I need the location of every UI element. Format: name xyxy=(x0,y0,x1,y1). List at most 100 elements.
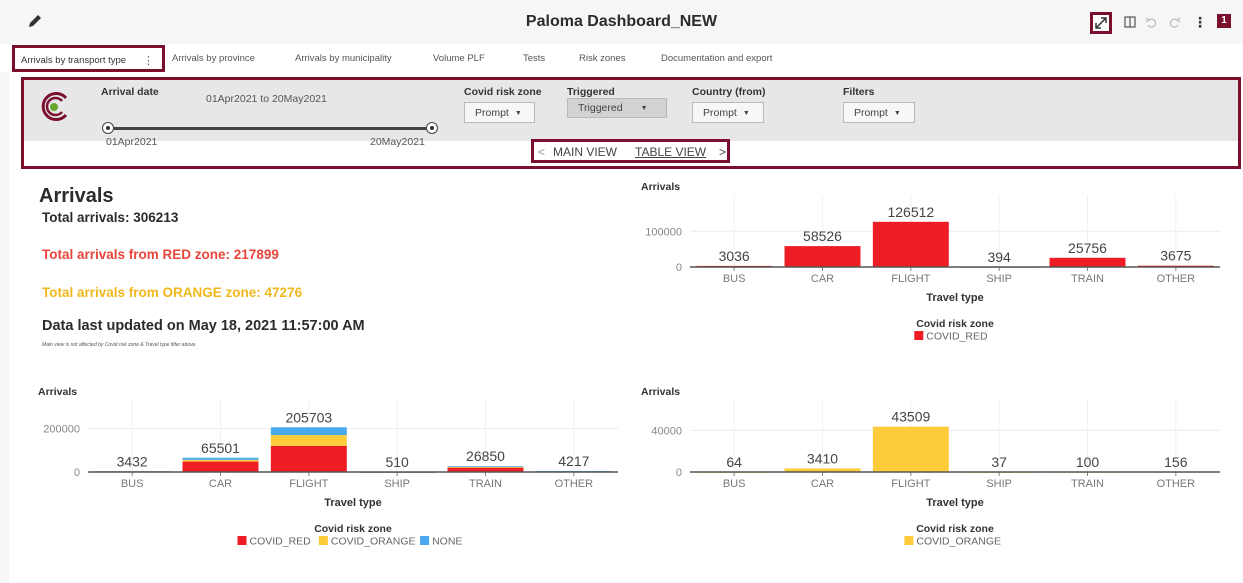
x-axis-label: Travel type xyxy=(926,292,983,304)
title-bar: Paloma Dashboard_NEW ⋮ 1 xyxy=(0,0,1243,44)
data-label: 25756 xyxy=(1068,240,1107,256)
y-tick-label: 40000 xyxy=(651,425,682,437)
tab-arrivals-by-municipality[interactable]: Arrivals by municipality xyxy=(295,53,392,64)
filter-bar: Arrival date 01Apr2021 to 20May2021 Covi… xyxy=(21,77,1241,169)
tab-volume-plf[interactable]: Volume PLF xyxy=(433,53,485,64)
data-label: 3432 xyxy=(117,453,148,469)
main-view-link[interactable]: MAIN VIEW xyxy=(553,145,617,159)
covid-zone-label: Covid risk zone xyxy=(464,86,542,98)
legend-title: Covid risk zone xyxy=(916,523,994,535)
triggered-value: Triggered xyxy=(578,102,623,114)
legend-swatch xyxy=(420,536,430,545)
left-edge xyxy=(0,72,9,583)
data-label: 58526 xyxy=(803,228,842,244)
y-tick-label: 0 xyxy=(676,262,682,274)
data-label: 100 xyxy=(1076,454,1100,470)
tab-label: Arrivals by transport type xyxy=(21,55,127,66)
date-slider-min-handle[interactable] xyxy=(102,122,114,134)
tab-arrivals-by-transport-type[interactable]: Arrivals by transport type ⋮ xyxy=(12,45,165,72)
undo-button[interactable] xyxy=(1144,13,1158,31)
x-tick-label: TRAIN xyxy=(1071,273,1104,285)
total-arrivals: Total arrivals: 306213 xyxy=(42,210,179,225)
bar xyxy=(182,459,259,462)
data-label: 3036 xyxy=(719,248,750,264)
data-label: 37 xyxy=(991,454,1007,470)
bar xyxy=(270,445,347,472)
x-tick-label: CAR xyxy=(209,478,232,490)
y-tick-label: 100000 xyxy=(645,226,682,238)
legend-item: COVID_ORANGE xyxy=(916,536,1001,548)
tab-tests[interactable]: Tests xyxy=(523,53,545,64)
tab-arrivals-by-province[interactable]: Arrivals by province xyxy=(172,53,255,64)
legend-item: NONE xyxy=(432,536,462,548)
x-tick-label: CAR xyxy=(811,273,834,285)
orange-zone-total: Total arrivals from ORANGE zone: 47276 xyxy=(42,285,303,300)
x-tick-label: OTHER xyxy=(1157,273,1196,285)
data-label: 43509 xyxy=(891,409,930,425)
bar xyxy=(872,221,949,267)
view-navigator: < MAIN VIEW TABLE VIEW > xyxy=(531,139,730,163)
bar xyxy=(447,466,524,467)
x-tick-label: TRAIN xyxy=(469,478,502,490)
split-view-button[interactable] xyxy=(1123,13,1137,31)
dashboard-title: Paloma Dashboard_NEW xyxy=(525,13,718,30)
data-label: 3675 xyxy=(1160,248,1191,264)
filters-value: Prompt xyxy=(854,107,888,119)
x-tick-label: BUS xyxy=(723,478,746,490)
x-tick-label: FLIGHT xyxy=(289,478,328,490)
date-slider-max-handle[interactable] xyxy=(426,122,438,134)
bar xyxy=(447,466,524,468)
data-label: 394 xyxy=(987,249,1011,265)
notification-badge[interactable]: 1 xyxy=(1217,14,1231,28)
slider-max-label: 20May2021 xyxy=(370,136,425,148)
arrival-date-range: 01Apr2021 to 20May2021 xyxy=(206,93,327,105)
country-label: Country (from) xyxy=(692,86,766,98)
filters-dropdown[interactable]: Prompt ▼ xyxy=(843,102,915,123)
y-tick-label: 200000 xyxy=(43,424,80,436)
covid-zone-dropdown[interactable]: Prompt ▼ xyxy=(464,102,535,123)
y-tick-label: 0 xyxy=(74,467,80,479)
expand-icon xyxy=(1095,17,1107,29)
data-label: 26850 xyxy=(466,448,505,464)
tab-documentation-and-export[interactable]: Documentation and export xyxy=(661,53,772,64)
table-view-link[interactable]: TABLE VIEW xyxy=(635,145,706,159)
x-tick-label: TRAIN xyxy=(1071,478,1104,490)
redo-button[interactable] xyxy=(1167,13,1181,31)
data-label: 4217 xyxy=(558,453,589,469)
expand-button[interactable] xyxy=(1090,12,1112,34)
arrival-date-label: Arrival date xyxy=(101,86,159,98)
x-tick-label: OTHER xyxy=(555,478,594,490)
legend-item: COVID_ORANGE xyxy=(331,536,416,548)
x-axis-label: Travel type xyxy=(926,497,983,509)
bar xyxy=(784,246,861,267)
data-label: 65501 xyxy=(201,440,240,456)
y-tick-label: 0 xyxy=(676,467,682,479)
tab-menu-icon[interactable]: ⋮ xyxy=(143,54,154,67)
tab-risk-zones[interactable]: Risk zones xyxy=(579,53,625,64)
x-axis-label: Travel type xyxy=(324,497,381,509)
next-view-arrow[interactable]: > xyxy=(719,145,726,159)
legend-swatch xyxy=(914,331,924,340)
prev-view-arrow[interactable]: < xyxy=(538,145,545,159)
legend-swatch xyxy=(904,536,914,545)
chart-orange-arrivals: 0 40000 64 BUS 3410 CAR 43509 FLIGHT 37 SHIP 100 TR… xyxy=(651,400,1220,548)
date-slider-track[interactable] xyxy=(106,127,433,130)
x-tick-label: BUS xyxy=(723,273,746,285)
x-tick-label: SHIP xyxy=(986,273,1012,285)
country-dropdown[interactable]: Prompt ▼ xyxy=(692,102,764,123)
x-tick-label: FLIGHT xyxy=(891,478,930,490)
undo-icon xyxy=(1145,16,1156,28)
more-options-icon[interactable]: ⋮ xyxy=(1193,13,1207,31)
chevron-down-icon: ▼ xyxy=(893,110,901,117)
data-label: 156 xyxy=(1164,454,1188,470)
data-label: 64 xyxy=(726,454,742,470)
x-tick-label: CAR xyxy=(811,478,834,490)
red-zone-total: Total arrivals from RED zone: 217899 xyxy=(42,247,279,262)
country-value: Prompt xyxy=(703,107,737,119)
x-tick-label: BUS xyxy=(121,478,144,490)
page-tabs: Arrivals by transport type ⋮ Arrivals by… xyxy=(0,44,1243,72)
legend-title: Covid risk zone xyxy=(916,318,994,330)
triggered-dropdown[interactable]: Triggered ▼ xyxy=(567,98,667,118)
legend-title: Covid risk zone xyxy=(314,523,392,535)
x-tick-label: SHIP xyxy=(384,478,410,490)
